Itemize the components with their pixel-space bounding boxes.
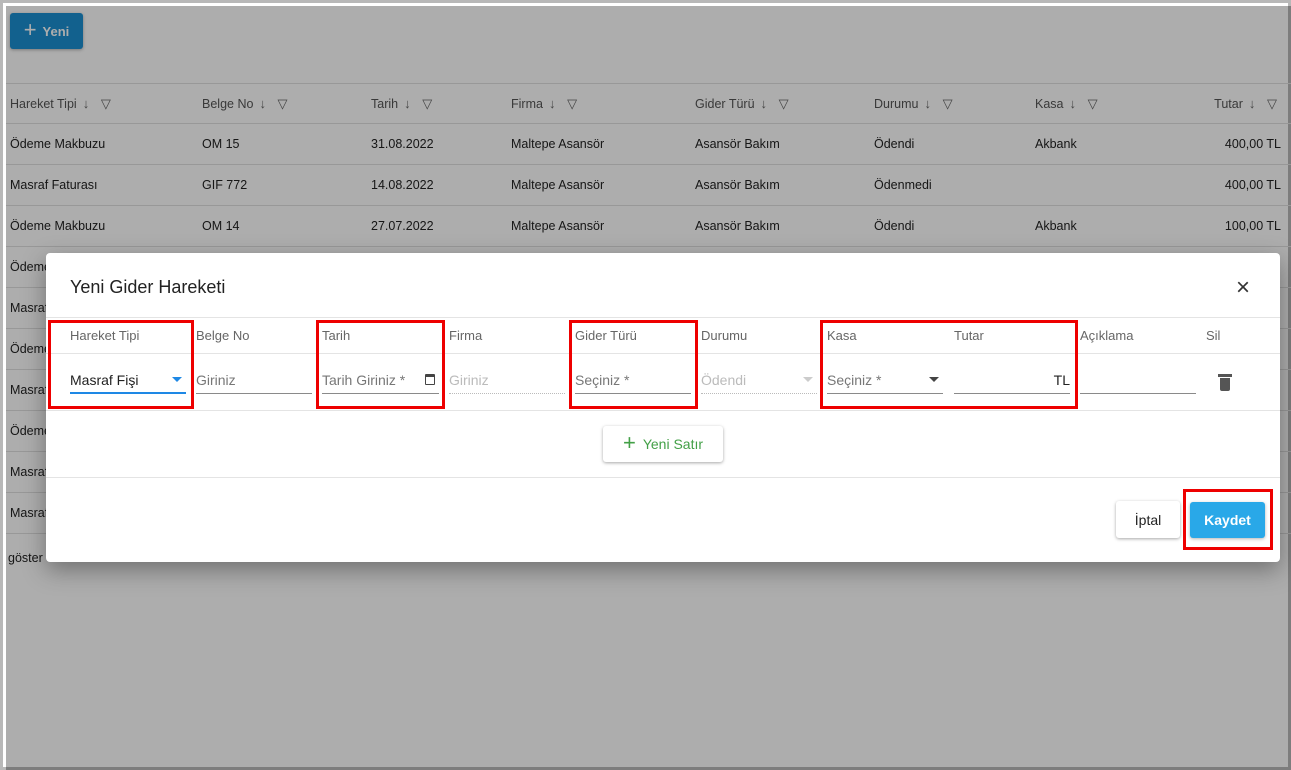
tutar-input[interactable]: TL xyxy=(954,367,1070,394)
col-hareket-tipi: Hareket Tipi xyxy=(70,328,140,343)
tarih-placeholder: Tarih Giriniz * xyxy=(322,372,406,388)
firma-input[interactable]: Giriniz xyxy=(449,367,565,394)
add-row-button[interactable]: + Yeni Satır xyxy=(603,426,723,462)
hareket-tipi-value: Masraf Fişi xyxy=(70,371,139,388)
belge-no-placeholder: Giriniz xyxy=(196,372,236,388)
col-firma: Firma xyxy=(449,328,483,343)
belge-no-input[interactable]: Giriniz xyxy=(196,367,312,394)
plus-icon: + xyxy=(622,429,636,455)
durumu-value: Ödendi xyxy=(701,372,747,388)
dialog-title: Yeni Gider Hareketi xyxy=(70,277,226,297)
dialog-table-header: Hareket Tipi Belge No Tarih Firma Gider … xyxy=(46,317,1280,354)
page-frame: + Yeni Hareket Tipi ↓ ▽ Belge No ↓ ▽ Tarih… xyxy=(0,0,1291,770)
trash-body xyxy=(1220,378,1230,391)
col-belge-no: Belge No xyxy=(196,328,250,343)
durumu-select[interactable]: Ödendi xyxy=(701,367,817,394)
firma-placeholder: Giriniz xyxy=(449,372,489,388)
kasa-select[interactable]: Seçiniz * xyxy=(827,367,943,394)
dialog-divider xyxy=(46,477,1280,478)
chevron-down-icon xyxy=(172,377,182,382)
cancel-button[interactable]: İptal xyxy=(1116,501,1180,538)
trash-lid xyxy=(1218,374,1232,377)
trash-icon[interactable] xyxy=(1218,374,1232,391)
gider-turu-placeholder: Seçiniz * xyxy=(575,372,630,388)
new-expense-dialog: Yeni Gider Hareketi × Hareket Tipi Belge… xyxy=(46,253,1280,562)
hareket-tipi-select[interactable]: Masraf Fişi xyxy=(70,367,186,394)
col-tutar: Tutar xyxy=(954,328,984,343)
col-kasa: Kasa xyxy=(827,328,857,343)
col-sil: Sil xyxy=(1206,328,1221,343)
aciklama-input[interactable] xyxy=(1080,367,1196,394)
col-aciklama: Açıklama xyxy=(1080,328,1134,343)
col-durumu: Durumu xyxy=(701,328,748,343)
chevron-down-icon xyxy=(803,377,813,382)
tutar-suffix: TL xyxy=(1053,372,1070,388)
dialog-row: Masraf Fişi Giriniz Tarih Giriniz * Giri… xyxy=(46,354,1280,411)
tarih-input[interactable]: Tarih Giriniz * xyxy=(322,367,439,394)
add-row-label: Yeni Satır xyxy=(642,436,704,452)
save-button[interactable]: Kaydet xyxy=(1190,502,1265,538)
chevron-down-icon xyxy=(929,377,939,382)
col-tarih: Tarih xyxy=(322,328,351,343)
gider-turu-select[interactable]: Seçiniz * xyxy=(575,367,691,394)
close-icon[interactable]: × xyxy=(1232,276,1254,300)
col-gider-turu: Gider Türü xyxy=(575,328,637,343)
kasa-placeholder: Seçiniz * xyxy=(827,372,882,388)
calendar-icon[interactable] xyxy=(425,374,435,385)
